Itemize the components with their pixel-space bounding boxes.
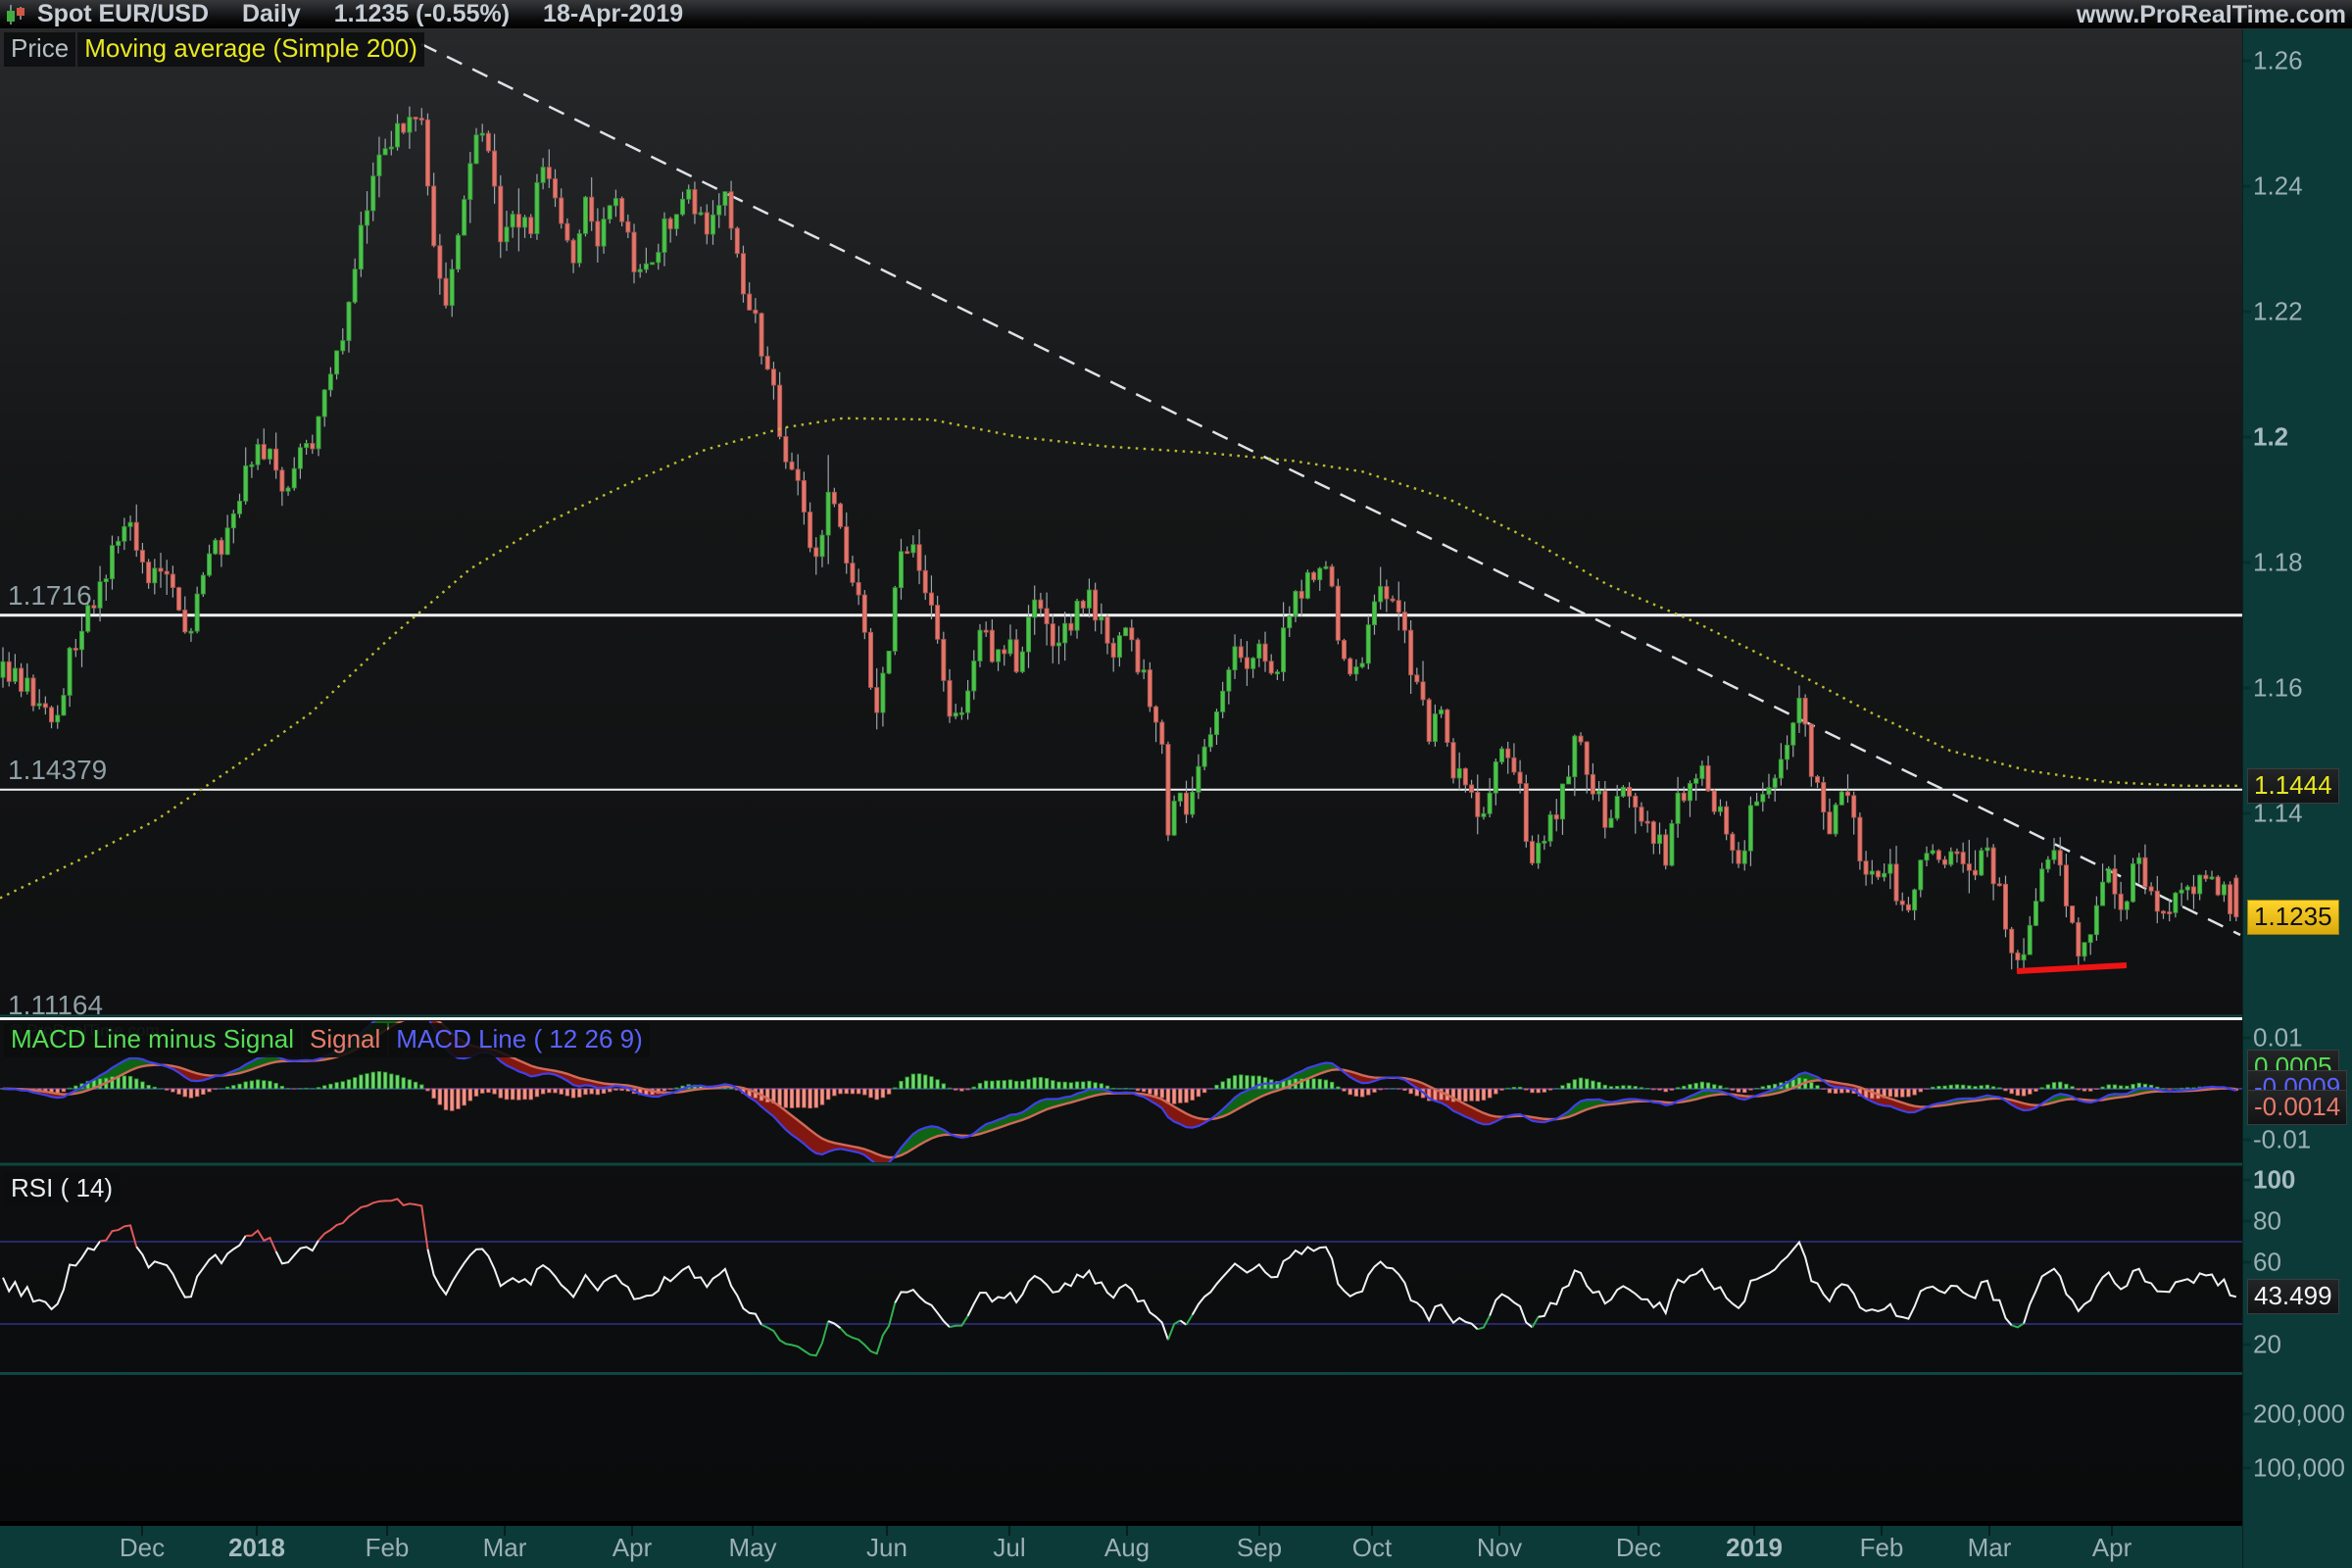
chart-plot-background	[0, 29, 2242, 1525]
prorealtime-chart-window: { "header": { "symbol": "Spot EUR/USD", …	[0, 0, 2352, 1568]
right-axis[interactable]: 1.261.241.221.21.181.161.140.01-0.011008…	[2242, 29, 2352, 1568]
rsi-value-marker: 43.499	[2247, 1279, 2339, 1314]
time-axis-label: Nov	[1477, 1533, 1522, 1563]
macd-signal-legend[interactable]: Signal	[303, 1023, 387, 1057]
axis-tick	[2243, 1139, 2251, 1142]
volume-axis-label: 200,000	[2253, 1399, 2345, 1430]
time-axis-label: Mar	[1968, 1533, 2012, 1563]
moving-average-legend[interactable]: Moving average (Simple 200)	[77, 32, 424, 67]
time-axis-label: Jun	[866, 1533, 907, 1563]
axis-tick	[2243, 687, 2251, 690]
axis-tick	[2243, 1413, 2251, 1416]
axis-tick	[2243, 1261, 2251, 1264]
time-axis-label: Dec	[120, 1533, 165, 1563]
macd-axis-label: 0.01	[2253, 1023, 2303, 1054]
level-label-11716: 1.1716	[8, 580, 92, 612]
timeframe-label[interactable]: Daily	[242, 0, 301, 28]
rsi-axis-label: 20	[2253, 1330, 2281, 1360]
axis-tick	[2243, 311, 2251, 314]
axis-tick	[2243, 1344, 2251, 1347]
time-axis-label: Mar	[483, 1533, 527, 1563]
axis-tick	[2243, 436, 2251, 439]
time-axis-label: Feb	[366, 1533, 410, 1563]
axis-tick	[2243, 1467, 2251, 1470]
macd-hist-legend[interactable]: MACD Line minus Signal	[4, 1023, 301, 1057]
price-axis-label: 1.2	[2253, 422, 2288, 453]
rsi-axis-label: 100	[2253, 1165, 2295, 1196]
time-axis-label: Dec	[1616, 1533, 1661, 1563]
price-axis-label: 1.22	[2253, 297, 2303, 327]
time-axis-label: Apr	[2092, 1533, 2132, 1563]
last-price-marker: 1.1235	[2247, 900, 2339, 935]
time-axis-label: Jul	[993, 1533, 1025, 1563]
axis-tick	[2243, 1037, 2251, 1040]
axis-tick	[2243, 562, 2251, 564]
axis-tick	[2243, 812, 2251, 815]
price-axis-label: 1.16	[2253, 673, 2303, 704]
macd-axis-label: -0.01	[2253, 1125, 2311, 1155]
time-axis-label: Apr	[612, 1533, 652, 1563]
axis-tick	[2243, 185, 2251, 188]
macd-line-legend[interactable]: MACD Line ( 12 26 9)	[389, 1023, 649, 1057]
price-legend[interactable]: Price	[4, 32, 75, 67]
time-axis-label: Feb	[1860, 1533, 1904, 1563]
rsi-legend[interactable]: RSI ( 14)	[4, 1172, 120, 1206]
price-axis-label: 1.26	[2253, 46, 2303, 76]
last-price-change: 1.1235 (-0.55%)	[334, 0, 510, 28]
volume-axis-label: 100,000	[2253, 1453, 2345, 1484]
level-label-111164: 1.11164	[8, 990, 103, 1021]
ma200-value-marker: 1.1444	[2247, 768, 2339, 804]
time-axis-label: 2019	[1726, 1533, 1783, 1563]
time-axis-label: Oct	[1352, 1533, 1392, 1563]
title-bar: Spot EUR/USD Daily 1.1235 (-0.55%) 18-Ap…	[0, 0, 2352, 29]
symbol-label[interactable]: Spot EUR/USD	[37, 0, 209, 28]
prorealtime-logo-icon	[4, 4, 29, 25]
axis-tick	[2243, 1220, 2251, 1223]
axis-tick	[2243, 60, 2251, 63]
time-axis-label: Aug	[1104, 1533, 1150, 1563]
time-axis-label: May	[728, 1533, 776, 1563]
rsi-legend-row: RSI ( 14)	[4, 1172, 122, 1206]
date-label: 18-Apr-2019	[543, 0, 683, 28]
macd-signal-value-marker: -0.0014	[2247, 1090, 2347, 1125]
time-axis[interactable]: Dec 2018 Feb Mar Apr May Jun Jul Aug Sep Oct Nov Dec…	[0, 1521, 2352, 1568]
price-legend-row: Price Moving average (Simple 200)	[4, 32, 426, 67]
time-axis-label: 2018	[228, 1533, 285, 1563]
rsi-axis-label: 60	[2253, 1248, 2281, 1278]
price-axis-label: 1.24	[2253, 172, 2303, 202]
macd-legend-row: MACD Line minus Signal Signal MACD Line …	[4, 1023, 652, 1057]
price-axis-label: 1.18	[2253, 548, 2303, 578]
axis-tick	[2243, 1179, 2251, 1182]
rsi-axis-label: 80	[2253, 1206, 2281, 1237]
site-url: www.ProRealTime.com	[2077, 0, 2346, 29]
level-label-114379: 1.14379	[8, 755, 107, 786]
time-axis-label: Sep	[1237, 1533, 1282, 1563]
